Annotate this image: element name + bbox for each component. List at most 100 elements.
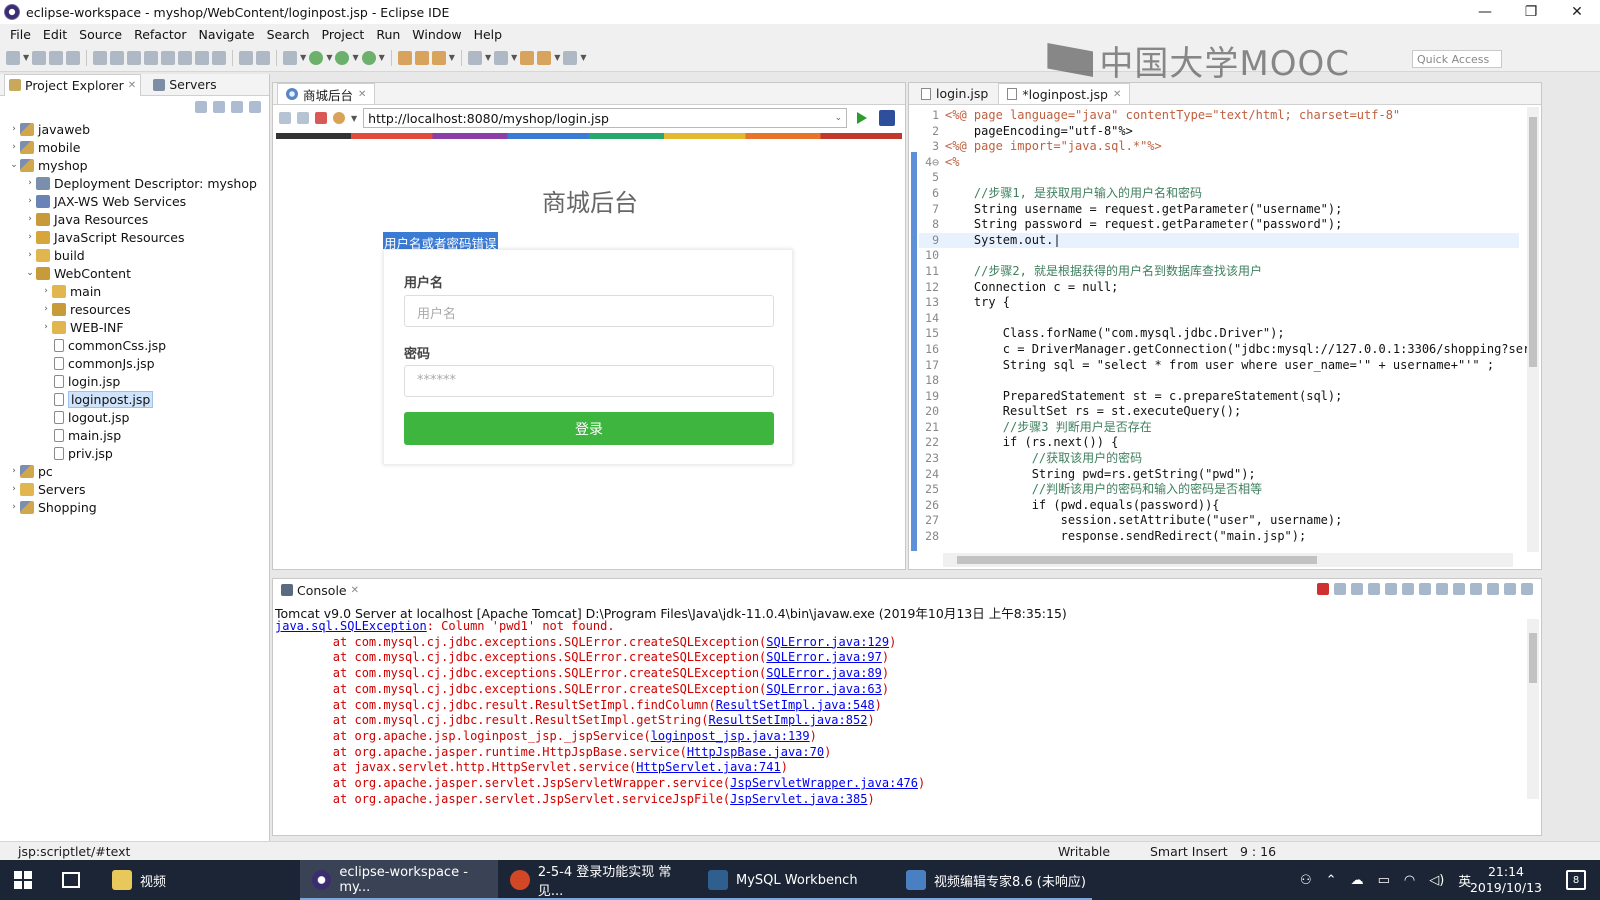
notification-center-icon[interactable]: 8: [1566, 870, 1586, 890]
menu-search[interactable]: Search: [261, 27, 316, 42]
word-wrap-icon[interactable]: [1402, 583, 1414, 595]
tree-item[interactable]: ⌄ WebContent: [0, 264, 269, 282]
open-task-icon[interactable]: [414, 50, 429, 65]
menu-refactor[interactable]: Refactor: [128, 27, 192, 42]
taskbar-clock[interactable]: 21:14 2019/10/13: [1470, 864, 1542, 896]
code-line[interactable]: 11 //步骤2, 就是根据获得的用户名到数据库查找该用户: [919, 264, 1529, 280]
console-vertical-scrollbar[interactable]: [1527, 619, 1539, 799]
menu-run[interactable]: Run: [370, 27, 406, 42]
exception-link[interactable]: java.sql.SQLException: [275, 619, 427, 633]
tree-item[interactable]: priv.jsp: [0, 444, 269, 462]
chevron-up-icon[interactable]: ⌃: [1326, 873, 1337, 888]
tab-loginpost-jsp[interactable]: *loginpost.jsp ✕: [998, 83, 1131, 104]
tree-item[interactable]: › Shopping: [0, 498, 269, 516]
drop-to-frame-icon[interactable]: [239, 50, 254, 65]
resume-icon[interactable]: [110, 50, 125, 65]
skip-breakpoints-icon[interactable]: [93, 50, 108, 65]
link-with-editor-icon[interactable]: [213, 101, 225, 113]
password-input[interactable]: ******: [404, 365, 774, 397]
code-line[interactable]: 6 //步骤1, 是获取用户输入的用户名和密码: [919, 186, 1529, 202]
debug-dropdown-icon[interactable]: ▼: [300, 53, 306, 62]
menu-help[interactable]: Help: [468, 27, 509, 42]
previous-annotation-icon[interactable]: [494, 50, 509, 65]
tree-item[interactable]: › Java Resources: [0, 210, 269, 228]
collapsed-chevron-icon[interactable]: ›: [24, 178, 36, 188]
external-tools-dropdown-icon[interactable]: ▼: [379, 53, 385, 62]
wifi-icon[interactable]: ◠: [1404, 873, 1415, 888]
pin-console-icon[interactable]: [1453, 583, 1465, 595]
save-all-icon[interactable]: [49, 50, 64, 65]
code-line[interactable]: 23 //获取该用户的密码: [919, 451, 1529, 467]
code-line[interactable]: 28 response.sendRedirect("main.jsp");: [919, 529, 1529, 545]
code-line[interactable]: 8 String password = request.getParameter…: [919, 217, 1529, 233]
close-button[interactable]: ✕: [1554, 0, 1600, 24]
battery-icon[interactable]: ▭: [1378, 873, 1390, 888]
console-output[interactable]: java.sql.SQLException: Column 'pwd1' not…: [275, 619, 925, 807]
code-line[interactable]: 4⊖ <%: [919, 155, 1529, 171]
open-external-browser-icon[interactable]: [879, 110, 896, 126]
code-line[interactable]: 20 ResultSet rs = st.executeQuery();: [919, 404, 1529, 420]
collapsed-chevron-icon[interactable]: ›: [40, 286, 52, 296]
collapsed-chevron-icon[interactable]: ›: [8, 502, 20, 512]
code-line[interactable]: 2 pageEncoding="utf-8"%>: [919, 124, 1529, 140]
collapsed-chevron-icon[interactable]: ›: [8, 142, 20, 152]
scroll-lock-icon[interactable]: [1385, 583, 1397, 595]
code-line[interactable]: 24 String pwd=rs.getString("pwd");: [919, 467, 1529, 483]
tab-project-explorer[interactable]: Project Explorer ✕: [4, 73, 142, 96]
stack-frame-link[interactable]: ResultSetImpl.java:852: [708, 713, 867, 727]
search-icon[interactable]: [431, 50, 446, 65]
clear-console-icon[interactable]: [1368, 583, 1380, 595]
step-over-icon[interactable]: [195, 50, 210, 65]
expanded-chevron-icon[interactable]: ⌄: [8, 160, 20, 170]
windows-start-icon[interactable]: [14, 871, 32, 889]
login-button[interactable]: 登录: [404, 412, 774, 445]
code-line[interactable]: 7 String username = request.getParameter…: [919, 202, 1529, 218]
taskbar-app-powerpoint[interactable]: 2-5-4 登录功能实现 常见...: [498, 860, 696, 900]
tree-item[interactable]: › main: [0, 282, 269, 300]
refresh-icon[interactable]: [333, 112, 345, 124]
editor-vertical-scrollbar[interactable]: [1527, 107, 1539, 552]
save-icon[interactable]: [32, 50, 47, 65]
stack-frame-link[interactable]: ResultSetImpl.java:548: [716, 698, 875, 712]
collapsed-chevron-icon[interactable]: ›: [8, 466, 20, 476]
editor-horizontal-scrollbar[interactable]: [943, 553, 1513, 567]
debug-icon[interactable]: [283, 50, 298, 65]
tab-login-jsp[interactable]: login.jsp: [913, 83, 996, 104]
code-line[interactable]: 17 String sql = "select * from user wher…: [919, 358, 1529, 374]
forward-nav-icon[interactable]: [537, 50, 552, 65]
menu-file[interactable]: File: [4, 27, 37, 42]
scrollbar-thumb[interactable]: [1529, 117, 1537, 367]
close-icon[interactable]: ✕: [351, 585, 359, 596]
menu-project[interactable]: Project: [316, 27, 371, 42]
forward-dropdown-icon[interactable]: ▼: [580, 53, 586, 62]
tree-item[interactable]: login.jsp: [0, 372, 269, 390]
tab-servers[interactable]: Servers: [149, 74, 221, 96]
close-icon[interactable]: ✕: [1113, 89, 1121, 100]
collapse-all-icon[interactable]: [195, 101, 207, 113]
collapsed-chevron-icon[interactable]: ›: [24, 196, 36, 206]
collapsed-chevron-icon[interactable]: ›: [24, 232, 36, 242]
stack-frame-link[interactable]: loginpost_jsp.java:139: [651, 729, 810, 743]
tree-item[interactable]: commonJs.jsp: [0, 354, 269, 372]
next-annotation-icon[interactable]: [467, 50, 482, 65]
step-return-icon[interactable]: [212, 50, 227, 65]
maximize-view-icon[interactable]: [1521, 583, 1533, 595]
open-console-icon[interactable]: [1487, 583, 1499, 595]
volume-icon[interactable]: ◁): [1429, 873, 1444, 888]
new-dropdown-icon[interactable]: ▼: [23, 53, 29, 62]
tree-item[interactable]: › resources: [0, 300, 269, 318]
external-tools-icon[interactable]: [361, 50, 376, 65]
minimize-button[interactable]: —: [1462, 0, 1508, 24]
tree-item[interactable]: › mobile: [0, 138, 269, 156]
task-view-icon[interactable]: [62, 872, 80, 888]
code-line[interactable]: 10: [919, 248, 1529, 264]
next-annotation-dropdown-icon[interactable]: ▼: [485, 53, 491, 62]
username-input[interactable]: 用户名: [404, 295, 774, 327]
terminate-icon[interactable]: [1317, 583, 1329, 595]
remove-all-launches-icon[interactable]: [1351, 583, 1363, 595]
source-code[interactable]: 1 <%@ page language="java" contentType="t…: [919, 108, 1529, 545]
stop-icon[interactable]: [315, 112, 327, 124]
tree-item[interactable]: › javaweb: [0, 120, 269, 138]
close-icon[interactable]: ✕: [128, 80, 136, 91]
tab-browser[interactable]: 商城后台 ✕: [277, 83, 376, 104]
